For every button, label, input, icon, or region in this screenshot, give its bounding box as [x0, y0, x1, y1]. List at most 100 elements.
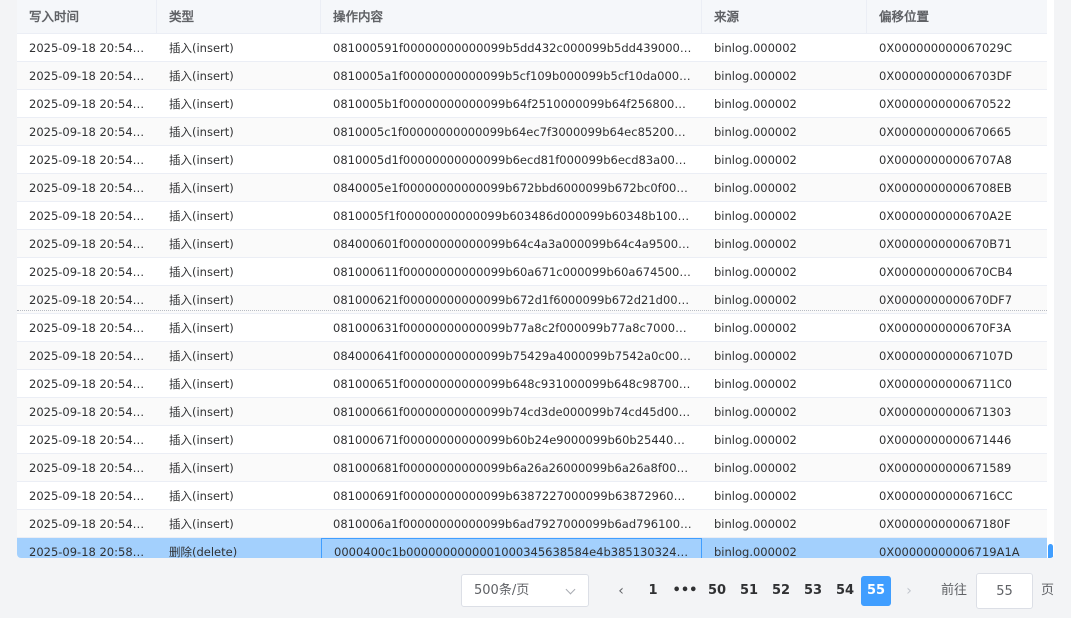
- more-pages-ellipsis[interactable]: •••: [670, 576, 700, 606]
- table-row[interactable]: 2025-09-18 20:54:08 插入(insert) 081000671f0…: [17, 426, 1047, 454]
- chevron-down-icon: [565, 584, 576, 595]
- table-row[interactable]: 2025-09-18 20:54:08 插入(insert) 081000681f0…: [17, 454, 1047, 482]
- cell-content: 084000601f00000000000099b64c4a3a000099b6…: [333, 237, 702, 251]
- page-button-50[interactable]: 50: [702, 576, 732, 606]
- table-row[interactable]: 2025-09-18 20:54:08 插入(insert) 081000611f0…: [17, 258, 1047, 286]
- binlog-table: 写入时间 类型 操作内容 来源 偏移位置 2025-09-18 20:54:08…: [17, 0, 1054, 558]
- cell-write-time: 2025-09-18 20:54:08: [29, 405, 152, 419]
- table-row[interactable]: 2025-09-18 20:54:08 插入(insert) 0810005a1f0…: [17, 62, 1047, 90]
- cell-write-time: 2025-09-18 20:54:08: [29, 349, 152, 363]
- cell-content: 081000591f00000000000099b5dd432c000099b5…: [333, 41, 702, 55]
- cell-offset: 0X0000000000671303: [879, 405, 1012, 419]
- cell-offset: 0X00000000006708EB: [879, 181, 1012, 195]
- cell-offset: 0X0000000000670665: [879, 125, 1012, 139]
- cell-type: 插入(insert): [169, 517, 234, 531]
- cell-offset: 0X00000000006719A1A: [879, 545, 1020, 558]
- cell-content: 081000691f00000000000099b6387227000099b6…: [333, 489, 702, 503]
- table-row[interactable]: 2025-09-18 20:54:08 插入(insert) 081000691f0…: [17, 482, 1047, 510]
- cell-type: 插入(insert): [169, 97, 234, 111]
- goto-label: 前往: [941, 583, 968, 598]
- cell-type: 插入(insert): [169, 265, 234, 279]
- column-header-content[interactable]: 操作内容: [321, 0, 702, 34]
- cell-source: binlog.000002: [714, 405, 797, 419]
- cell-type: 插入(insert): [169, 181, 234, 195]
- cell-content: 0810006a1f00000000000099b6ad7927000099b6…: [333, 517, 702, 531]
- cell-write-time: 2025-09-18 20:54:08: [29, 461, 152, 475]
- cell-offset: 0X000000000067029C: [879, 41, 1012, 55]
- column-header-write-time[interactable]: 写入时间: [17, 0, 157, 34]
- page-size-select[interactable]: 500条/页: [461, 574, 589, 607]
- table-row[interactable]: 2025-09-18 20:54:08 插入(insert) 0810005b1f0…: [17, 90, 1047, 118]
- column-header-type[interactable]: 类型: [157, 0, 321, 34]
- table-row[interactable]: 2025-09-18 20:54:08 插入(insert) 084000641f0…: [17, 342, 1047, 370]
- page-button-1[interactable]: 1: [638, 576, 668, 606]
- table-header: 写入时间 类型 操作内容 来源 偏移位置: [17, 0, 1047, 34]
- cell-write-time: 2025-09-18 20:54:08: [29, 321, 152, 335]
- cell-offset: 0X0000000000670B71: [879, 237, 1012, 251]
- cell-content: 0810005f1f00000000000099b603486d000099b6…: [333, 209, 702, 223]
- cell-type: 插入(insert): [169, 489, 234, 503]
- cell-type: 插入(insert): [169, 209, 234, 223]
- cell-type: 插入(insert): [169, 69, 234, 83]
- column-header-offset[interactable]: 偏移位置: [867, 0, 1047, 34]
- cell-write-time: 2025-09-18 20:54:08: [29, 41, 152, 55]
- cell-offset: 0X000000000067107D: [879, 349, 1013, 363]
- cell-offset: 0X00000000006703DF: [879, 69, 1013, 83]
- cell-write-time: 2025-09-18 20:54:08: [29, 433, 152, 447]
- cell-offset: 0X0000000000670CB4: [879, 265, 1013, 279]
- cell-source: binlog.000002: [714, 517, 797, 531]
- goto-page-input[interactable]: [976, 573, 1033, 609]
- chevron-right-icon: ›: [906, 583, 912, 599]
- cell-content: 0810005c1f00000000000099b64ec7f3000099b6…: [333, 125, 702, 139]
- cell-write-time: 2025-09-18 20:54:08: [29, 237, 152, 251]
- cell-content: 084000641f00000000000099b75429a4000099b7…: [333, 349, 702, 363]
- cell-offset: 0X00000000006707A8: [879, 153, 1012, 167]
- cell-offset: 0X0000000000670F3A: [879, 321, 1012, 335]
- cell-write-time: 2025-09-18 20:54:08: [29, 69, 152, 83]
- page-button-52[interactable]: 52: [766, 576, 796, 606]
- table-row[interactable]: 2025-09-18 20:54:08 插入(insert) 0810005f1f0…: [17, 202, 1047, 230]
- page-button-51[interactable]: 51: [734, 576, 764, 606]
- page-button-54[interactable]: 54: [830, 576, 860, 606]
- cell-type: 插入(insert): [169, 405, 234, 419]
- chevron-left-icon: ‹: [618, 583, 624, 599]
- cell-write-time: 2025-09-18 20:54:08: [29, 377, 152, 391]
- cell-source: binlog.000002: [714, 321, 797, 335]
- cell-content: 0000400c1b0000000000001000345638584e4b38…: [321, 538, 702, 558]
- scrollbar-thumb[interactable]: [1048, 544, 1053, 558]
- table-row[interactable]: 2025-09-18 20:54:08 插入(insert) 081000631f0…: [17, 314, 1047, 342]
- table-row[interactable]: 2025-09-18 20:54:08 插入(insert) 084000601f0…: [17, 230, 1047, 258]
- cell-offset: 0X00000000006716CC: [879, 489, 1013, 503]
- cell-content: 081000651f00000000000099b648c931000099b6…: [333, 377, 702, 391]
- table-row-selected[interactable]: 2025-09-18 20:58:54 删除(delete) 0000400c1b0…: [17, 538, 1047, 558]
- table-row[interactable]: 2025-09-18 20:54:08 插入(insert) 0810005c1f0…: [17, 118, 1047, 146]
- prev-page-button[interactable]: ‹: [606, 576, 636, 606]
- cell-offset: 0X0000000000671446: [879, 433, 1012, 447]
- next-page-button[interactable]: ›: [894, 576, 924, 606]
- column-header-source[interactable]: 来源: [702, 0, 867, 34]
- cell-type: 插入(insert): [169, 461, 234, 475]
- table-row[interactable]: 2025-09-18 20:54:08 插入(insert) 0840005e1f0…: [17, 174, 1047, 202]
- page-button-53[interactable]: 53: [798, 576, 828, 606]
- cell-type: 删除(delete): [169, 545, 238, 558]
- cell-content: 081000661f00000000000099b74cd3de000099b7…: [333, 405, 702, 419]
- table-row[interactable]: 2025-09-18 20:54:08 插入(insert) 081000591f0…: [17, 34, 1047, 62]
- cell-source: binlog.000002: [714, 237, 797, 251]
- table-row[interactable]: 2025-09-18 20:54:08 插入(insert) 0810005d1f0…: [17, 146, 1047, 174]
- cell-source: binlog.000002: [714, 461, 797, 475]
- cell-offset: 0X0000000000670522: [879, 97, 1012, 111]
- cell-content: 081000671f00000000000099b60b24e9000099b6…: [333, 433, 702, 447]
- table-row[interactable]: 2025-09-18 20:54:08 插入(insert) 081000661f0…: [17, 398, 1047, 426]
- vertical-scrollbar[interactable]: [1047, 34, 1054, 558]
- cell-source: binlog.000002: [714, 545, 797, 558]
- page-button-55-current[interactable]: 55: [861, 576, 891, 606]
- pagination: 500条/页 ‹ 1 ••• 50 51 52 53 54 55 › 前往 页: [0, 573, 1071, 609]
- cell-content: 0810005a1f00000000000099b5cf109b000099b5…: [333, 69, 702, 83]
- page-size-value: 500条/页: [474, 583, 530, 598]
- cell-source: binlog.000002: [714, 181, 797, 195]
- cell-source: binlog.000002: [714, 125, 797, 139]
- cell-source: binlog.000002: [714, 97, 797, 111]
- table-row[interactable]: 2025-09-18 20:54:08 插入(insert) 0810006a1f0…: [17, 510, 1047, 538]
- table-row[interactable]: 2025-09-18 20:54:08 插入(insert) 081000651f0…: [17, 370, 1047, 398]
- cell-content: 0810005b1f00000000000099b64f2510000099b6…: [333, 97, 702, 111]
